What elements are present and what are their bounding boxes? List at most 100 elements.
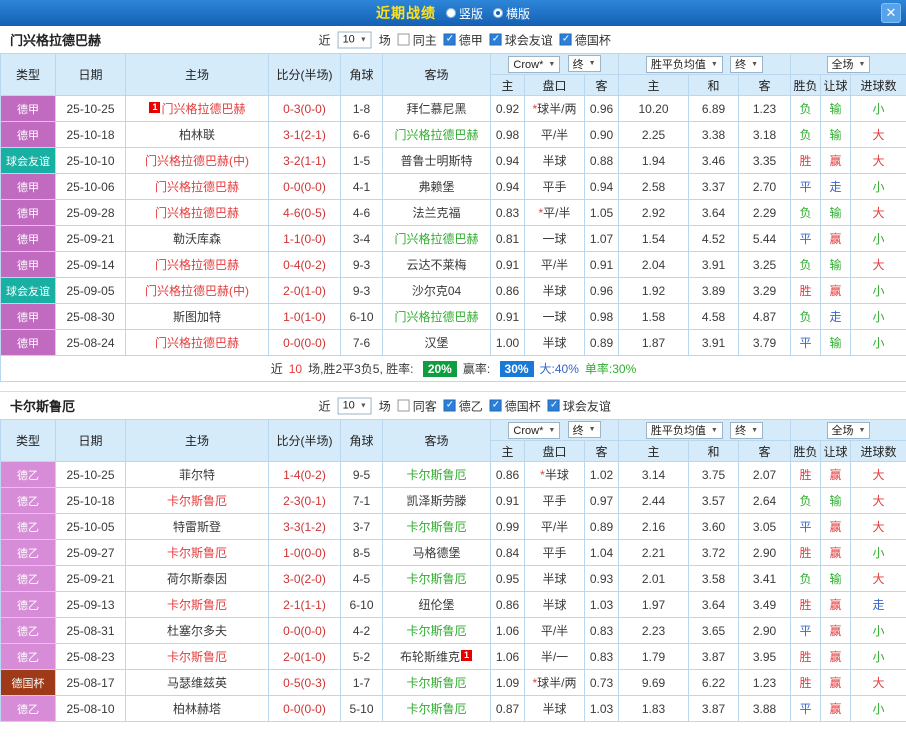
team-name[interactable]: 凯泽斯劳滕 [406, 494, 466, 508]
team-name[interactable]: 门兴格拉德巴赫 [155, 180, 239, 194]
team-name[interactable]: 弗赖堡 [418, 180, 454, 194]
match-count-select[interactable]: 10▼ [338, 397, 372, 414]
team-name[interactable]: 门兴格拉德巴赫(中) [145, 154, 249, 168]
team-name[interactable]: 马格德堡 [412, 546, 460, 560]
match-row: 德乙25-09-27卡尔斯鲁厄1-0(0-0)8-5马格德堡0.84平手1.04… [1, 540, 906, 566]
team-name[interactable]: 荷尔斯泰因 [167, 572, 227, 586]
chevron-down-icon: ▼ [589, 60, 596, 67]
handicap-result-cell: 输 [821, 330, 851, 356]
asian-odds-header: Crow*▼ 终▼ [491, 54, 619, 75]
eu-home-odds: 2.23 [619, 618, 689, 644]
avg-odds-select[interactable]: 胜平负均值▼ [646, 56, 723, 73]
team-name[interactable]: 特雷斯登 [173, 520, 221, 534]
team-name[interactable]: 卡尔斯鲁厄 [167, 494, 227, 508]
team-name[interactable]: 门兴格拉德巴赫 [155, 206, 239, 220]
match-count-select[interactable]: 10▼ [338, 31, 372, 48]
team-name[interactable]: 法兰克福 [412, 206, 460, 220]
goals-result-cell: 走 [851, 592, 906, 618]
team-name[interactable]: 勒沃库森 [173, 232, 221, 246]
match-row: 德乙25-09-13卡尔斯鲁厄2-1(1-1)6-10纽伦堡0.86半球1.03… [1, 592, 906, 618]
summary-text: 场,胜2平3负5, 胜率: [308, 362, 417, 376]
team-name[interactable]: 卡尔斯鲁厄 [167, 650, 227, 664]
team-name[interactable]: 门兴格拉德巴赫 [394, 310, 478, 324]
goals-result-cell: 小 [851, 696, 906, 722]
team-name[interactable]: 卡尔斯鲁厄 [406, 520, 466, 534]
league-filter-checkbox[interactable]: 德甲 [444, 31, 483, 48]
team-name[interactable]: 拜仁慕尼黑 [406, 102, 466, 116]
team-name[interactable]: 卡尔斯鲁厄 [406, 676, 466, 690]
league-badge: 德乙 [1, 644, 56, 670]
eu-home-odds: 2.21 [619, 540, 689, 566]
ah-away-odds: 0.89 [585, 514, 619, 540]
team-name[interactable]: 卡尔斯鲁厄 [406, 468, 466, 482]
layout-radio-vertical[interactable]: 竖版 [446, 5, 483, 22]
team-name[interactable]: 斯图加特 [173, 310, 221, 324]
handicap-cell: 平/半 [525, 618, 585, 644]
eu-home-odds: 2.58 [619, 174, 689, 200]
col-score: 比分(半场) [269, 54, 341, 96]
same-venue-checkbox[interactable]: 同主 [398, 31, 437, 48]
corner-cell: 4-1 [341, 174, 383, 200]
team-name[interactable]: 门兴格拉德巴赫 [155, 258, 239, 272]
home-team-cell: 门兴格拉德巴赫 [126, 252, 269, 278]
team-name[interactable]: 马瑟维兹英 [167, 676, 227, 690]
scope-select[interactable]: 全场▼ [827, 422, 871, 439]
team-name[interactable]: 门兴格拉德巴赫 [161, 102, 245, 116]
match-row: 德乙25-08-10柏林赫塔0-0(0-0)5-10卡尔斯鲁厄0.87半球1.0… [1, 696, 906, 722]
team-name[interactable]: 普鲁士明斯特 [400, 154, 472, 168]
team-name[interactable]: 门兴格拉德巴赫 [394, 128, 478, 142]
team-name[interactable]: 云达不莱梅 [406, 258, 466, 272]
team-name[interactable]: 卡尔斯鲁厄 [167, 546, 227, 560]
team-name[interactable]: 纽伦堡 [418, 598, 454, 612]
team-name[interactable]: 门兴格拉德巴赫(中) [145, 284, 249, 298]
avg-odds-select[interactable]: 胜平负均值▼ [646, 422, 723, 439]
team-name[interactable]: 卡尔斯鲁厄 [406, 702, 466, 716]
handicap-result-cell: 输 [821, 488, 851, 514]
team-name[interactable]: 汉堡 [424, 336, 448, 350]
friendly-filter-checkbox[interactable]: 球会友谊 [548, 397, 611, 414]
checkbox-icon [548, 400, 560, 412]
handicap-cell: 平手 [525, 540, 585, 566]
close-icon[interactable]: ✕ [881, 3, 901, 23]
final-odds-select[interactable]: 终▼ [568, 421, 601, 438]
goals-result-cell: 小 [851, 304, 906, 330]
result-cell: 平 [791, 330, 821, 356]
checkbox-icon [398, 34, 410, 46]
team-name[interactable]: 卡尔斯鲁厄 [167, 598, 227, 612]
bookmaker-select[interactable]: Crow*▼ [508, 422, 560, 439]
team-name[interactable]: 门兴格拉德巴赫 [394, 232, 478, 246]
away-team-cell: 弗赖堡 [383, 174, 491, 200]
same-venue-checkbox[interactable]: 同客 [398, 397, 437, 414]
scope-select[interactable]: 全场▼ [827, 56, 871, 73]
match-date: 25-08-31 [56, 618, 126, 644]
team-name[interactable]: 菲尔特 [179, 468, 215, 482]
bookmaker-select[interactable]: Crow*▼ [508, 56, 560, 73]
team-name[interactable]: 柏林联 [179, 128, 215, 142]
friendly-filter-checkbox[interactable]: 球会友谊 [490, 31, 553, 48]
league-badge: 德甲 [1, 252, 56, 278]
score-cell: 0-0(0-0) [269, 330, 341, 356]
league-filter-checkbox[interactable]: 德乙 [444, 397, 483, 414]
team-name[interactable]: 卡尔斯鲁厄 [406, 572, 466, 586]
ah-home-odds: 0.86 [491, 278, 525, 304]
chevron-down-icon: ▼ [360, 402, 367, 409]
match-row: 德乙25-08-23卡尔斯鲁厄2-0(1-0)5-2布轮斯维克11.06半/一0… [1, 644, 906, 670]
handicap-cell: 平/半 [525, 514, 585, 540]
team-name[interactable]: 柏林赫塔 [173, 702, 221, 716]
cup-filter-checkbox[interactable]: 德国杯 [490, 397, 541, 414]
handicap-cell: 一球 [525, 304, 585, 330]
team-name[interactable]: 布轮斯维克 [400, 650, 460, 664]
col-home: 主场 [126, 420, 269, 462]
team-name[interactable]: 杜塞尔多夫 [167, 624, 227, 638]
ah-away-odds: 0.94 [585, 174, 619, 200]
goals-result-cell: 小 [851, 644, 906, 670]
team-name[interactable]: 卡尔斯鲁厄 [406, 624, 466, 638]
final-avg-select[interactable]: 终▼ [730, 56, 763, 73]
cup-filter-checkbox[interactable]: 德国杯 [560, 31, 611, 48]
layout-radio-horizontal[interactable]: 横版 [493, 5, 530, 22]
ah-home-odds: 0.84 [491, 540, 525, 566]
final-avg-select[interactable]: 终▼ [730, 422, 763, 439]
team-name[interactable]: 沙尔克04 [412, 284, 461, 298]
team-name[interactable]: 门兴格拉德巴赫 [155, 336, 239, 350]
final-odds-select[interactable]: 终▼ [568, 55, 601, 72]
